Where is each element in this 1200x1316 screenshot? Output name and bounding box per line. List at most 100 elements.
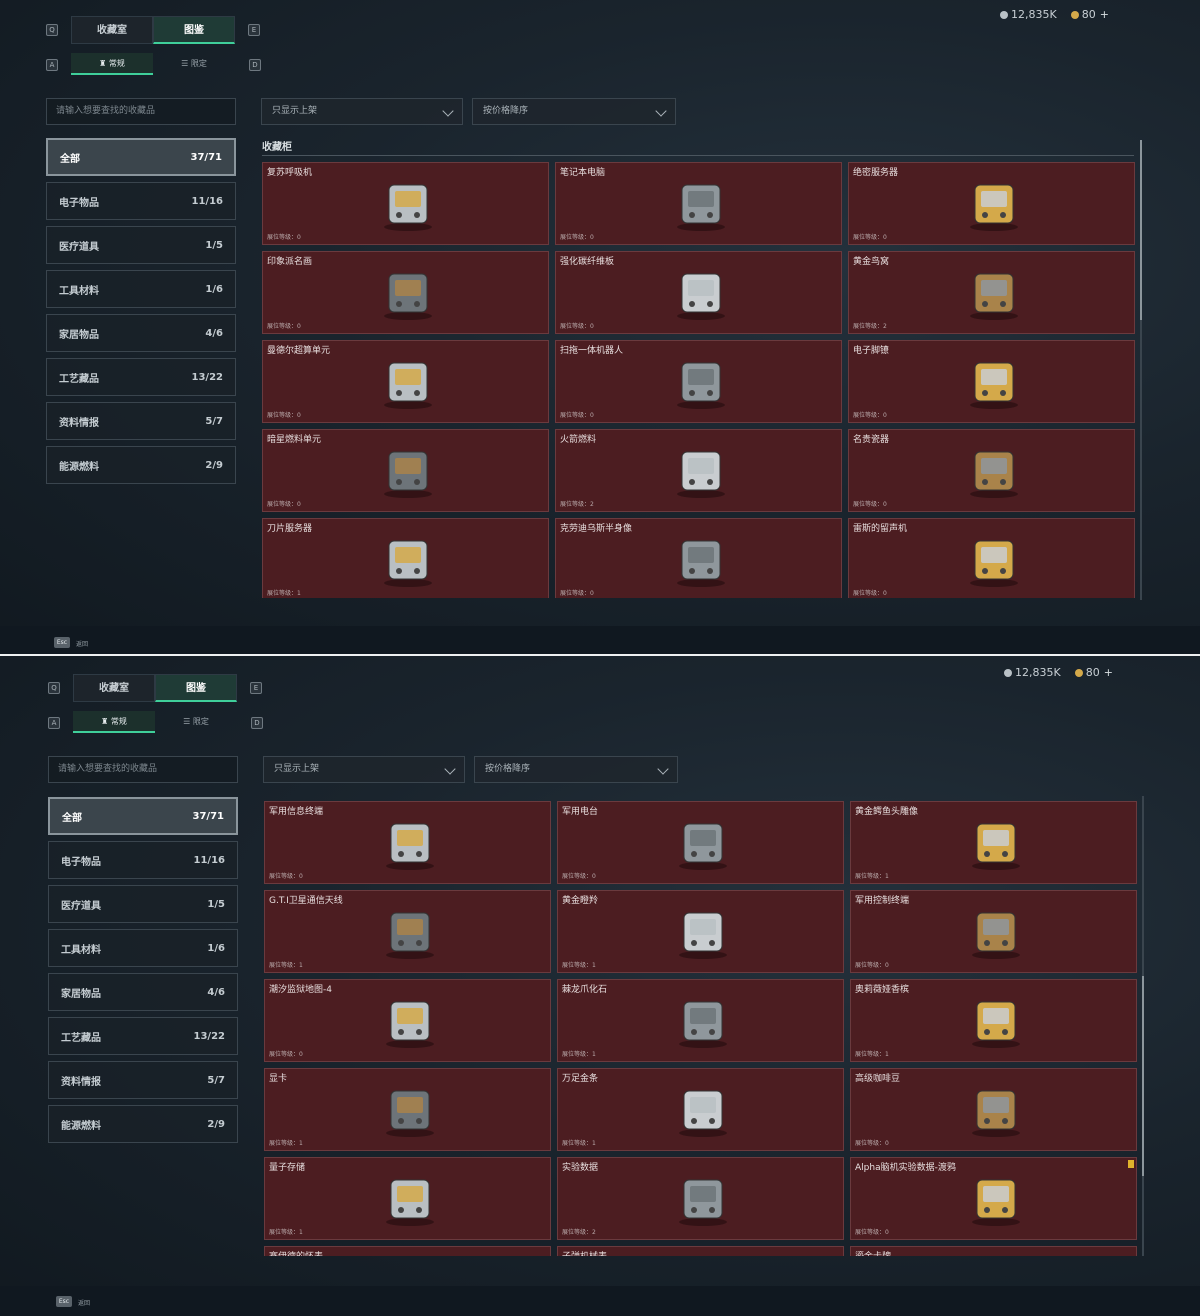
sort-dropdown[interactable]: 按价格降序	[472, 98, 676, 125]
item-card[interactable]: 复苏呼吸机 展位等级：0	[262, 162, 549, 245]
category-item[interactable]: 家居物品 4/6	[46, 314, 236, 352]
add-currency-button[interactable]: +	[1100, 8, 1109, 21]
display-level: 展位等级：0	[267, 412, 301, 419]
gramophone-icon	[961, 529, 1027, 589]
porcelain-vase-icon	[961, 440, 1027, 500]
item-card[interactable]: 量子存储 展位等级：1	[264, 1157, 551, 1240]
search-input[interactable]: 请输入想要查找的收藏品	[46, 98, 236, 125]
item-card[interactable]: 强化碳纤维板 展位等级：0	[555, 251, 842, 334]
esc-key[interactable]: Esc	[56, 1296, 72, 1307]
subtab-normal-label: 常规	[108, 59, 125, 68]
category-label: 医疗道具	[61, 900, 101, 912]
tab-atlas[interactable]: 图鉴	[153, 16, 235, 44]
item-card[interactable]: Alpha脑机实验数据-渡鸦 展位等级：0	[850, 1157, 1137, 1240]
category-item[interactable]: 工具材料 1/6	[48, 929, 238, 967]
item-card[interactable]: 实验数据 展位等级：2	[557, 1157, 844, 1240]
category-item[interactable]: 工具材料 1/6	[46, 270, 236, 308]
item-card[interactable]: 印象派名画 展位等级：0	[262, 251, 549, 334]
key-hint-d: D	[249, 59, 261, 71]
item-card[interactable]: 黄金鸟窝 展位等级：2	[848, 251, 1135, 334]
item-name: 实验数据	[562, 1163, 599, 1173]
coffee-bag-icon	[963, 1079, 1029, 1139]
item-card[interactable]: 棘龙爪化石 展位等级：1	[557, 979, 844, 1062]
item-card[interactable]: 军用控制终端 展位等级：0	[850, 890, 1137, 973]
display-level: 展位等级：2	[562, 1229, 596, 1236]
silver-coin-icon	[1004, 669, 1012, 677]
item-card[interactable]: 显卡 展位等级：1	[264, 1068, 551, 1151]
sort-dropdown[interactable]: 按价格降序	[474, 756, 678, 783]
category-item[interactable]: 工艺藏品 13/22	[48, 1017, 238, 1055]
golden-nest-icon	[961, 262, 1027, 322]
category-item[interactable]: 能源燃料 2/9	[48, 1105, 238, 1143]
subtab-normal[interactable]: ♜ 常规	[71, 53, 153, 75]
display-level: 展位等级：0	[269, 1051, 303, 1058]
item-card[interactable]: G.T.I卫星通信天线 展位等级：1	[264, 890, 551, 973]
item-card[interactable]: 赛伊德的怀表	[264, 1246, 551, 1256]
category-item[interactable]: 资料情报 5/7	[48, 1061, 238, 1099]
tab-atlas[interactable]: 图鉴	[155, 674, 237, 702]
filter-dropdown[interactable]: 只显示上架	[261, 98, 463, 125]
add-currency-button[interactable]: +	[1104, 666, 1113, 679]
item-card[interactable]: 鎏金卡牌	[850, 1246, 1137, 1256]
search-input[interactable]: 请输入想要查找的收藏品	[48, 756, 238, 783]
silver-amount: 12,835K	[1011, 8, 1057, 21]
item-card[interactable]: 高级咖啡豆 展位等级：0	[850, 1068, 1137, 1151]
item-card[interactable]: 名贵瓷器 展位等级：0	[848, 429, 1135, 512]
chevron-down-icon	[442, 105, 454, 117]
item-card[interactable]: 黄金鳄鱼头雕像 展位等级：1	[850, 801, 1137, 884]
medal-icon: ♜	[101, 717, 111, 726]
esc-key[interactable]: Esc	[54, 637, 70, 648]
filter-dropdown[interactable]: 只显示上架	[263, 756, 465, 783]
item-card[interactable]: 绝密服务器 展位等级：0	[848, 162, 1135, 245]
category-item[interactable]: 电子物品 11/16	[48, 841, 238, 879]
category-item[interactable]: 全部 37/71	[46, 138, 236, 176]
item-card[interactable]: 曼德尔超算单元 展位等级：0	[262, 340, 549, 423]
category-count: 1/6	[205, 283, 223, 295]
category-label: 全部	[62, 812, 82, 824]
category-count: 37/71	[190, 151, 222, 163]
display-level: 展位等级：0	[269, 873, 303, 880]
display-level: 展位等级：1	[562, 1140, 596, 1147]
item-card[interactable]: 暗星燃料单元 展位等级：0	[262, 429, 549, 512]
item-card[interactable]: 潮汐监狱地图-4 展位等级：0	[264, 979, 551, 1062]
category-label: 家居物品	[61, 988, 101, 1000]
sort-dropdown-label: 按价格降序	[485, 764, 531, 774]
category-item[interactable]: 资料情报 5/7	[46, 402, 236, 440]
scrollbar-thumb[interactable]	[1142, 976, 1144, 1176]
item-card[interactable]: 雷斯的留声机 展位等级：0	[848, 518, 1135, 598]
category-item[interactable]: 能源燃料 2/9	[46, 446, 236, 484]
tab-collection-room[interactable]: 收藏室	[73, 674, 155, 702]
category-item[interactable]: 医疗道具 1/5	[48, 885, 238, 923]
item-card[interactable]: 万足金条 展位等级：1	[557, 1068, 844, 1151]
subtab-limited[interactable]: ☰ 限定	[153, 53, 235, 75]
display-level: 展位等级：0	[267, 501, 301, 508]
tab-collection-room[interactable]: 收藏室	[71, 16, 153, 44]
item-card[interactable]: 军用信息终端 展位等级：0	[264, 801, 551, 884]
item-name: 克劳迪乌斯半身像	[560, 524, 633, 534]
item-card[interactable]: 火箭燃料 展位等级：2	[555, 429, 842, 512]
item-card[interactable]: 克劳迪乌斯半身像 展位等级：0	[555, 518, 842, 598]
medal-icon: ♜	[99, 59, 109, 68]
category-item[interactable]: 电子物品 11/16	[46, 182, 236, 220]
key-hint-a: A	[48, 717, 60, 729]
subtab-normal[interactable]: ♜ 常规	[73, 711, 155, 733]
category-item[interactable]: 工艺藏品 13/22	[46, 358, 236, 396]
item-card[interactable]: 军用电台 展位等级：0	[557, 801, 844, 884]
category-item[interactable]: 家居物品 4/6	[48, 973, 238, 1011]
category-count: 37/71	[192, 810, 224, 822]
claw-fossil-icon	[670, 990, 736, 1050]
subtab-limited[interactable]: ☰ 限定	[155, 711, 237, 733]
category-item[interactable]: 全部 37/71	[48, 797, 238, 835]
robot-vacuum-icon	[668, 351, 734, 411]
item-card[interactable]: 奥莉薇娅香槟 展位等级：1	[850, 979, 1137, 1062]
item-card[interactable]: 子弹机械表	[557, 1246, 844, 1256]
bottom-bar: Esc 返回	[0, 626, 1200, 656]
item-card[interactable]: 黄金瞪羚 展位等级：1	[557, 890, 844, 973]
item-card[interactable]: 电子脚镣 展位等级：0	[848, 340, 1135, 423]
key-hint-d: D	[251, 717, 263, 729]
item-card[interactable]: 刀片服务器 展位等级：1	[262, 518, 549, 598]
scrollbar-thumb[interactable]	[1140, 140, 1142, 320]
item-card[interactable]: 扫拖一体机器人 展位等级：0	[555, 340, 842, 423]
category-item[interactable]: 医疗道具 1/5	[46, 226, 236, 264]
item-card[interactable]: 笔记本电脑 展位等级：0	[555, 162, 842, 245]
